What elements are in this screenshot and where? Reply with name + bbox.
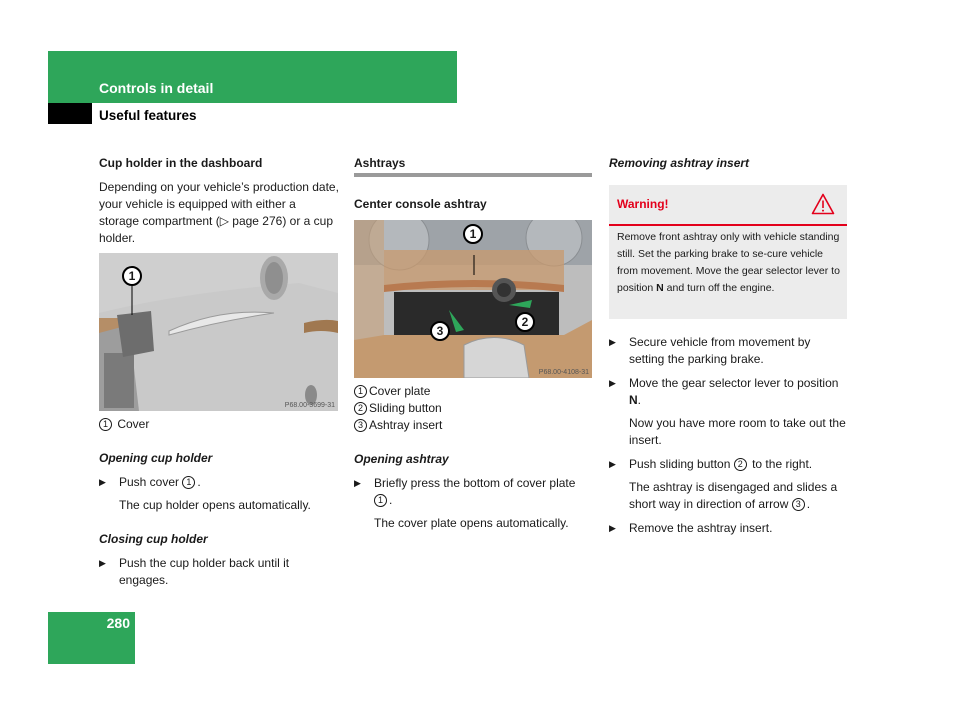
step-result: Now you have more room to take out the i…	[629, 416, 846, 447]
step-push-back: Push the cup holder back until it engage…	[99, 555, 339, 589]
callout-1: 1	[122, 266, 142, 286]
legend-item: 3 Ashtray insert	[354, 417, 592, 434]
callout-number: 1	[374, 494, 387, 507]
legend-label: Sliding button	[369, 401, 442, 415]
step-push-cover: Push cover 1.	[99, 474, 339, 491]
callout-number: 1	[182, 476, 196, 489]
removing-heading-wrap: Removing ashtray insert	[609, 155, 847, 172]
center-console-heading-wrap: Center console ashtray	[354, 196, 592, 213]
chapter-title: Controls in detail	[99, 80, 214, 96]
closing-cup-holder-heading: Closing cup holder	[99, 532, 208, 546]
callout-1: 1	[463, 224, 483, 244]
cup-holder-illustration: 1 P68.00-3699-31	[99, 253, 338, 411]
callout-number: 1	[99, 418, 112, 431]
cup-holder-text: 1 Cover Opening cup holder Push cover 1.…	[99, 416, 339, 589]
legend-item: 1 Cover	[99, 416, 339, 433]
section-title: Useful features	[99, 108, 197, 123]
opening-ashtray-heading: Opening ashtray	[354, 452, 449, 466]
ashtray-text: 1 Cover plate 2 Sliding button 3 Ashtray in…	[354, 383, 592, 532]
step-sliding-button: Push sliding button 2 to the right.	[609, 456, 847, 473]
legend-item: 2 Sliding button	[354, 400, 592, 417]
step-gear-selector: Move the gear selector lever to position…	[609, 375, 847, 409]
step-result: The cover plate opens automatically.	[374, 516, 569, 530]
step-parking-brake: Secure vehicle from movement by setting …	[609, 334, 847, 368]
callout-number: 1	[354, 385, 367, 398]
callout-3: 3	[430, 321, 450, 341]
page-number: 280	[106, 615, 130, 631]
callout-number: 3	[791, 498, 805, 511]
column-cup-holder: Cup holder in the dashboard Depending on…	[99, 155, 339, 247]
removing-steps: Secure vehicle from movement by setting …	[609, 334, 847, 537]
warning-title: Warning!	[617, 197, 669, 211]
legend-label: Cover plate	[369, 384, 431, 398]
section-marker	[48, 103, 92, 124]
step-result: The ashtray is disengaged and slides a s…	[629, 480, 838, 511]
ashtrays-heading: Ashtrays	[354, 156, 406, 170]
image-code: P68.00-3699-31	[284, 402, 335, 409]
removing-ashtray-heading: Removing ashtray insert	[609, 156, 750, 170]
image-code: P68.00-4108-31	[538, 369, 589, 376]
warning-box: Warning! Remove front ashtray only with …	[609, 185, 847, 319]
ashtray-illustration: 1 2 3 P68.00-4108-31	[354, 220, 592, 378]
callout-2: 2	[515, 312, 535, 332]
column-ashtrays: Ashtrays	[354, 155, 592, 172]
legend-label: Cover	[117, 417, 150, 431]
cup-holder-intro: Depending on your vehicle’s production d…	[99, 180, 339, 245]
warning-text: Remove front ashtray only with vehicle s…	[617, 231, 840, 294]
callout-number: 2	[733, 458, 747, 471]
step-remove-insert: Remove the ashtray insert.	[609, 520, 847, 537]
heading-rule	[354, 173, 592, 177]
center-console-heading: Center console ashtray	[354, 197, 487, 211]
warning-divider	[609, 224, 847, 226]
callout-number: 2	[354, 402, 367, 415]
legend-item: 1 Cover plate	[354, 383, 592, 400]
legend-label: Ashtray insert	[369, 418, 443, 432]
cup-holder-heading: Cup holder in the dashboard	[99, 156, 263, 170]
opening-cup-holder-heading: Opening cup holder	[99, 451, 213, 465]
callout-number: 3	[354, 419, 367, 432]
step-result: The cup holder opens automatically.	[119, 498, 311, 512]
warning-triangle-icon	[811, 193, 835, 215]
step-press-cover: Briefly press the bottom of cover plate …	[354, 475, 592, 509]
